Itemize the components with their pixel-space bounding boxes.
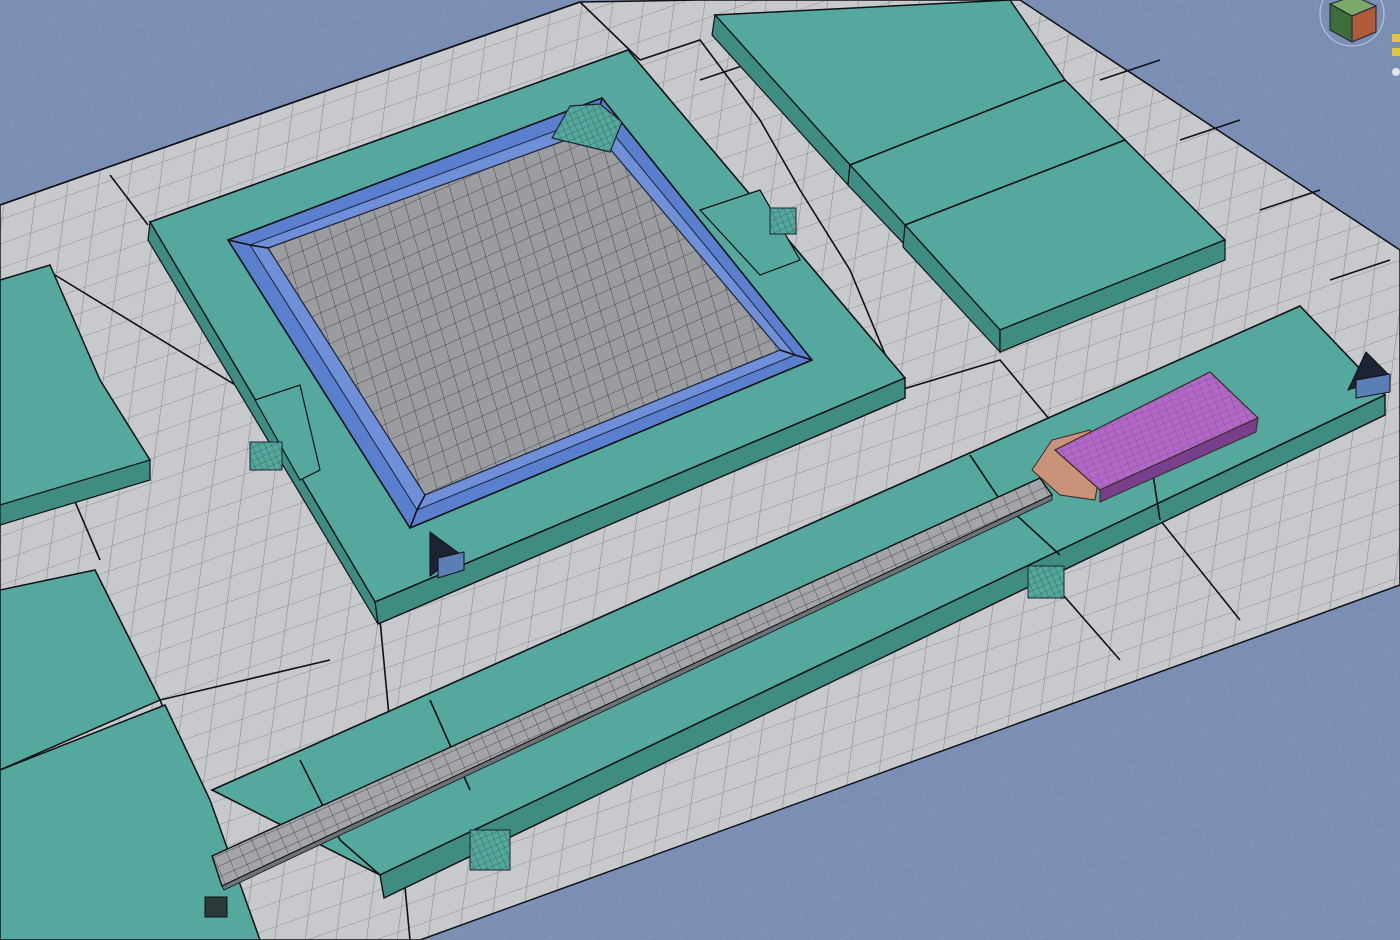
3d-viewport[interactable] [0, 0, 1400, 940]
small-cube [204, 896, 228, 918]
step-block [469, 829, 511, 871]
step-block [769, 207, 797, 235]
step-block [1027, 565, 1065, 599]
step-block [249, 441, 283, 471]
view-cube[interactable] [1310, 0, 1400, 80]
view-cube-icon[interactable] [1310, 0, 1400, 80]
